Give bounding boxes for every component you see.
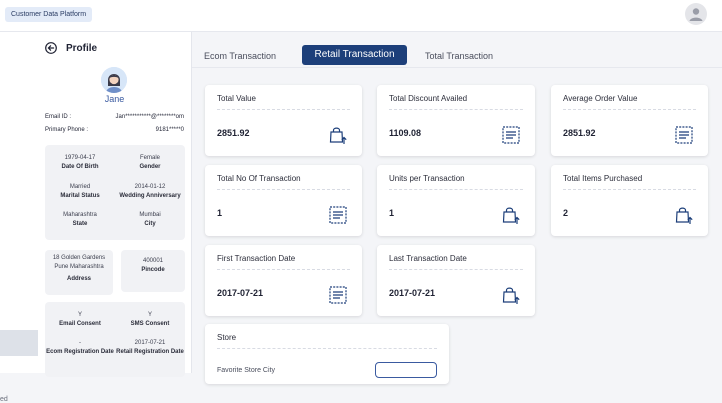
top-bar: Customer Data Platform [0, 0, 722, 32]
detail-wedding-anniversary: 2014-01-12 Wedding Anniversary [119, 184, 181, 199]
consent-email: Y Email Consent [59, 312, 101, 327]
detail-marital-status: Married Marital Status [60, 184, 100, 199]
tab-divider [192, 67, 722, 68]
left-nav: ed [0, 32, 39, 403]
phone-label: Primary Phone : [45, 127, 89, 133]
email-value: Jan***********@********om [115, 114, 184, 120]
detail-city: Mumbai City [139, 212, 161, 227]
main-content: Ecom Transaction Retail Transaction Tota… [192, 32, 722, 384]
retail-registration-date: 2017-07-21 Retail Registration Date [116, 340, 184, 355]
profile-name: Jane [104, 94, 125, 104]
personal-details-card: 1979-04-17 Date Of Birth Female Gender M… [45, 145, 185, 240]
metric-card-total-items-purchased: Total Items Purchased 2 [551, 165, 708, 236]
store-card: Store Favorite Store City [205, 324, 449, 384]
metric-card-total-discount: Total Discount Availed 1109.08 [377, 85, 535, 156]
user-avatar-button[interactable] [685, 3, 707, 25]
profile-panel: Profile Jane Email ID : Jan***********@*… [38, 32, 192, 377]
receipt-icon [329, 286, 347, 304]
email-label: Email ID : [45, 114, 72, 120]
profile-title: Profile [66, 43, 98, 54]
detail-address: 18 Golden Gardens Pune Maharashtra Addre… [52, 255, 106, 282]
metric-card-average-order-value: Average Order Value 2851.92 [551, 85, 708, 156]
store-action-button[interactable] [375, 362, 437, 378]
receipt-icon [329, 206, 347, 224]
metric-card-total-value: Total Value 2851.92 [205, 85, 362, 156]
tab-ecom-transaction[interactable]: Ecom Transaction [204, 51, 276, 61]
receipt-icon [675, 126, 693, 144]
user-icon [689, 8, 703, 21]
tab-total-transaction[interactable]: Total Transaction [425, 51, 493, 61]
address-card: 18 Golden Gardens Pune Maharashtra Addre… [45, 250, 113, 295]
store-title: Store [217, 333, 237, 342]
shopping-bag-icon [502, 207, 520, 224]
metric-card-units-per-transaction: Units per Transaction 1 [377, 165, 535, 236]
receipt-icon [502, 126, 520, 144]
shopping-bag-icon [329, 127, 347, 144]
ecom-registration-date: - Ecom Registration Date [46, 340, 114, 355]
metric-card-last-transaction-date: Last Transaction Date 2017-07-21 [377, 245, 535, 316]
shopping-bag-icon [502, 287, 520, 304]
consent-sms: Y SMS Consent [130, 312, 170, 327]
nav-item-label[interactable]: ed [0, 396, 8, 403]
person-avatar-icon [101, 67, 127, 93]
detail-pincode: 400001 Pincode [141, 258, 165, 273]
shopping-bag-icon [675, 207, 693, 224]
detail-state: Maharashtra State [63, 212, 97, 227]
profile-avatar [101, 67, 127, 93]
pincode-card: 400001 Pincode [121, 250, 185, 292]
app-title: Customer Data Platform [5, 7, 93, 22]
consents-card: Y Email Consent Y SMS Consent - Ecom Reg… [45, 302, 185, 377]
tab-retail-transaction[interactable]: Retail Transaction [302, 45, 407, 65]
detail-dob: 1979-04-17 Date Of Birth [61, 155, 99, 170]
phone-value: 9181*****0 [155, 127, 184, 133]
metric-card-total-no-of-transaction: Total No Of Transaction 1 [205, 165, 362, 236]
detail-gender: Female Gender [139, 155, 161, 170]
metric-card-first-transaction-date: First Transaction Date 2017-07-21 [205, 245, 362, 316]
nav-item-active[interactable] [0, 330, 38, 356]
back-arrow-icon[interactable] [45, 42, 57, 54]
